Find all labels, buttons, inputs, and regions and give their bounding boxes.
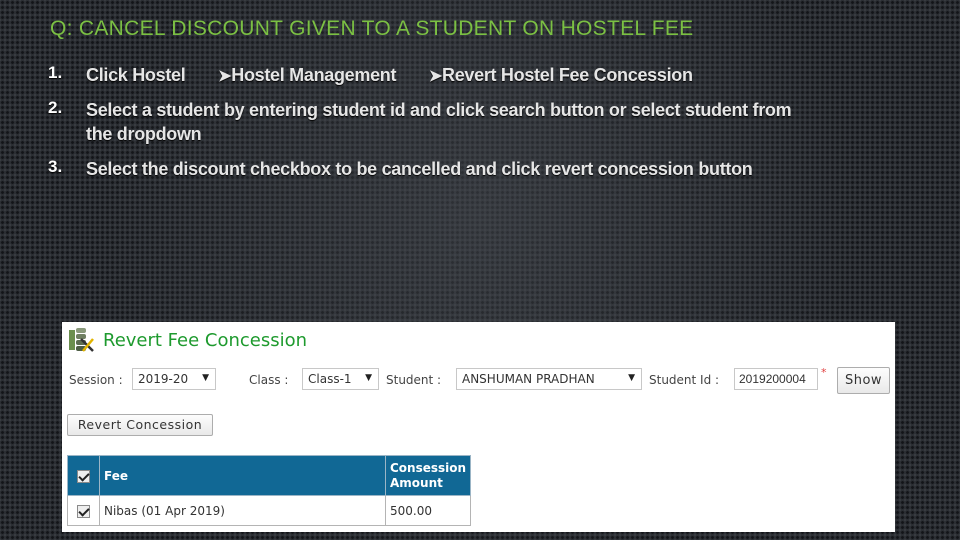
chevron-down-icon: ▼ [202,373,209,383]
step-number: 2. [48,98,63,117]
arrow-right-icon: ➤ [218,68,232,85]
chevron-down-icon: ▼ [628,373,635,383]
step-2: 2. Select a student by entering student … [48,98,808,146]
session-select[interactable]: 2019-20 ▼ [132,368,216,390]
student-value: ANSHUMAN PRADHAN [462,372,595,386]
class-select[interactable]: Class-1 ▼ [302,368,379,390]
student-id-label: Student Id : [649,373,720,387]
show-button[interactable]: Show [837,367,890,394]
concession-table: Fee Consession Amount Nibas (01 Apr 2019… [67,455,472,526]
instruction-steps: 1. Click Hostel ➤Hostel Management ➤Reve… [48,63,808,192]
row-select-cell [67,495,100,526]
step-1: 1. Click Hostel ➤Hostel Management ➤Reve… [48,63,808,89]
fee-tools-icon [67,327,97,353]
fee-column-header: Fee [99,455,386,496]
step-number: 3. [48,157,63,176]
student-id-input[interactable] [734,368,818,390]
app-screenshot: Revert Fee Concession Session : 2019-20 … [62,322,895,532]
table-header-row: Fee Consession Amount [67,455,472,496]
page-title: Revert Fee Concession [103,329,308,351]
table-row: Nibas (01 Apr 2019) 500.00 [67,495,472,526]
student-select[interactable]: ANSHUMAN PRADHAN ▼ [456,368,642,390]
session-value: 2019-20 [138,372,189,386]
filter-bar: Session : 2019-20 ▼ Class : Class-1 ▼ St… [69,366,895,392]
step-text: Select a student by entering student id … [86,100,792,144]
slide-title: Q: Cancel discount given to a student on… [50,17,694,40]
step-3: 3. Select the discount checkbox to be ca… [48,157,808,181]
step-text: Select the discount checkbox to be cance… [86,159,753,179]
student-label: Student : [386,373,442,387]
fee-cell: Nibas (01 Apr 2019) [99,495,386,526]
select-all-cell [67,455,100,496]
step-number: 1. [48,63,63,82]
amount-header-line2: Amount [390,475,443,490]
amount-column-header: Consession Amount [384,455,472,496]
select-all-checkbox[interactable] [77,469,90,483]
class-label: Class : [249,373,289,387]
breadcrumb-hostel-management: Hostel Management [231,65,397,85]
arrow-right-icon: ➤ [428,68,442,85]
session-label: Session : [69,373,123,387]
page-header: Revert Fee Concession [67,327,307,353]
amount-cell: 500.00 [384,495,472,526]
amount-header-line1: Consession [390,460,467,475]
row-checkbox[interactable] [77,504,90,518]
breadcrumb-hostel: Click Hostel [86,65,186,85]
revert-concession-button[interactable]: Revert Concession [67,414,213,436]
chevron-down-icon: ▼ [365,373,372,383]
breadcrumb-revert-concession: Revert Hostel Fee Concession [442,65,693,85]
required-marker: * [821,366,827,379]
class-value: Class-1 [308,372,352,386]
